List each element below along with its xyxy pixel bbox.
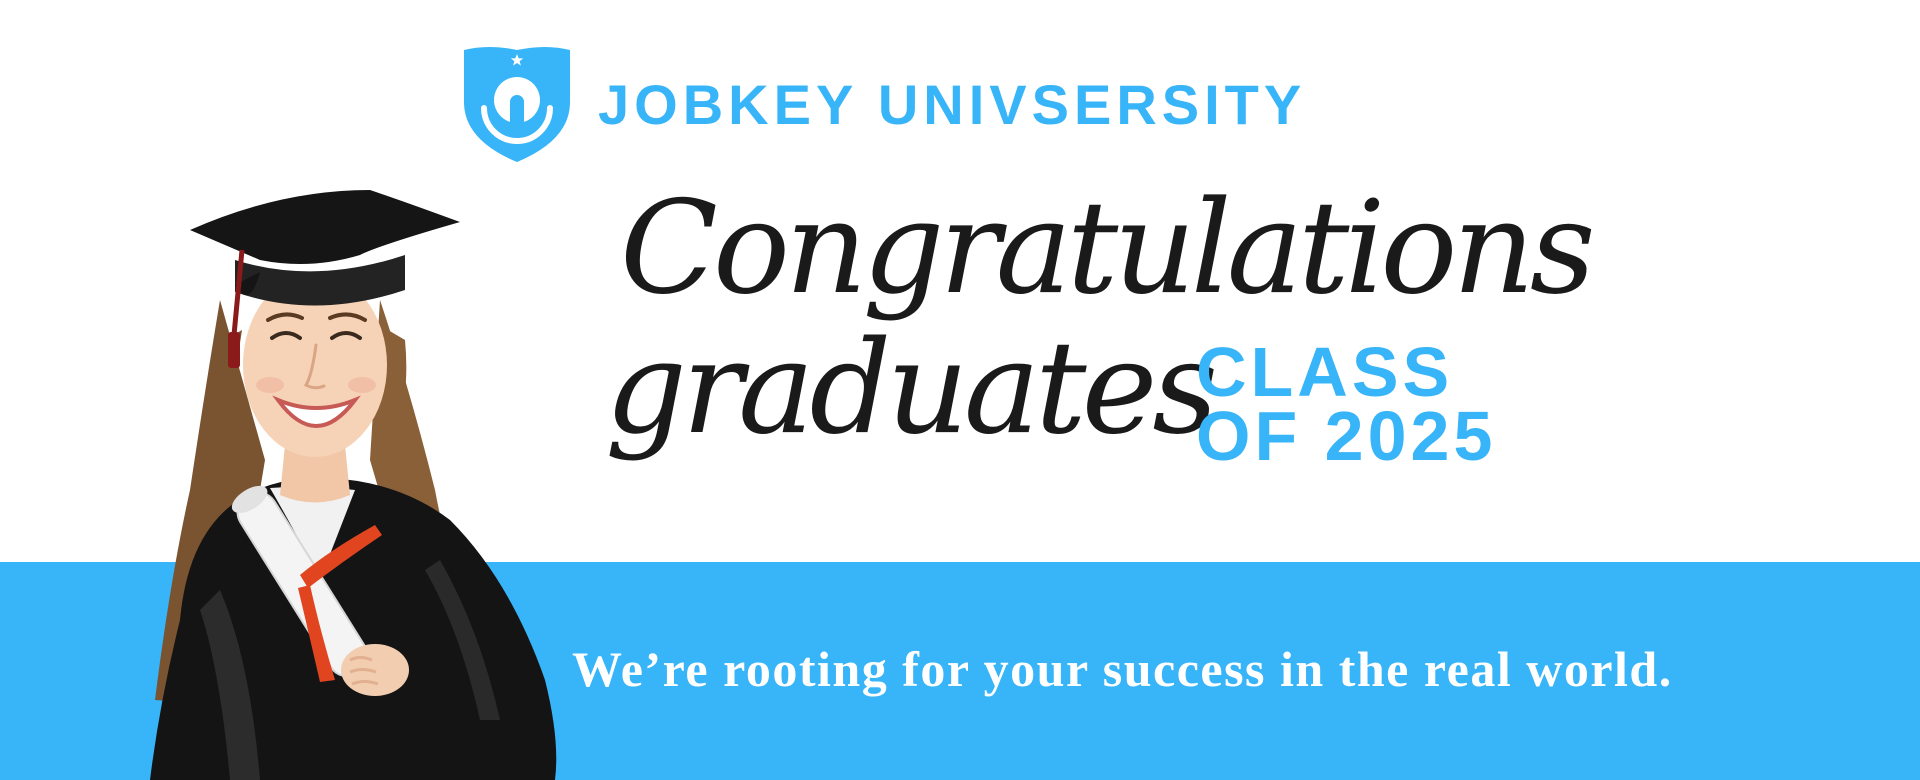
headline-congratulations: Congratulations xyxy=(620,174,1596,323)
university-name: JOBKEY UNIVSERSITY xyxy=(598,73,1307,136)
shield-key-icon xyxy=(464,47,570,162)
brand-header: JOBKEY UNIVSERSITY xyxy=(458,44,1306,164)
class-label: CLASS xyxy=(1196,333,1454,411)
graduate-photo xyxy=(150,190,557,780)
year-label: OF 2025 xyxy=(1196,397,1497,475)
class-of-year: CLASS OF 2025 xyxy=(1196,333,1497,475)
headline-graduates: graduates xyxy=(605,314,1218,463)
tagline: We’re rooting for your success in the re… xyxy=(572,641,1673,697)
